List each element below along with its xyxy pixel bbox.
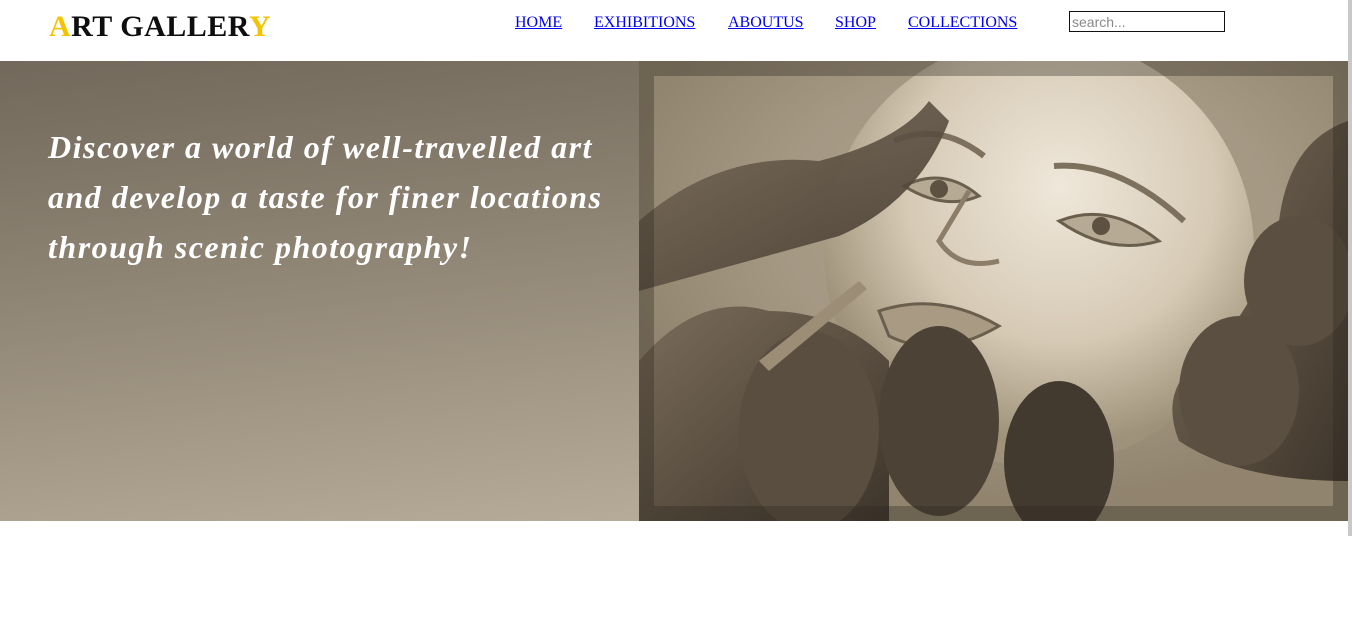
nav-link-aboutus[interactable]: ABOUTUS — [728, 14, 804, 32]
nav-link-collections[interactable]: COLLECTIONS — [908, 14, 1017, 32]
site-header: ART GALLERY HOME EXHIBITIONS ABOUTUS SHO… — [0, 0, 1348, 61]
hero-tagline: Discover a world of well-travelled art an… — [48, 122, 638, 272]
logo-last-letter: Y — [248, 10, 272, 43]
hero-text-panel: Discover a world of well-travelled art an… — [0, 61, 639, 521]
hero-banner: Discover a world of well-travelled art an… — [0, 61, 1348, 521]
logo-middle-text: RT GALLER — [71, 10, 249, 43]
nav-link-home[interactable]: HOME — [515, 14, 562, 32]
nav-link-exhibitions[interactable]: EXHIBITIONS — [594, 14, 695, 32]
page: ART GALLERY HOME EXHIBITIONS ABOUTUS SHO… — [0, 0, 1352, 623]
nav-link-shop[interactable]: SHOP — [835, 14, 876, 32]
hero-tagline-line-1: Discover a world of well-travelled art — [48, 129, 593, 165]
site-logo[interactable]: ART GALLERY — [49, 12, 271, 42]
logo-first-letter: A — [49, 10, 72, 43]
search-input[interactable] — [1069, 11, 1225, 32]
page-scrollbar[interactable] — [1348, 0, 1352, 536]
hero-tagline-line-2: and develop a taste for finer locations — [48, 179, 603, 215]
sculpting-hands-photo — [639, 61, 1348, 521]
hero-image — [639, 61, 1348, 521]
hero-tagline-line-3: through scenic photography! — [48, 229, 473, 265]
